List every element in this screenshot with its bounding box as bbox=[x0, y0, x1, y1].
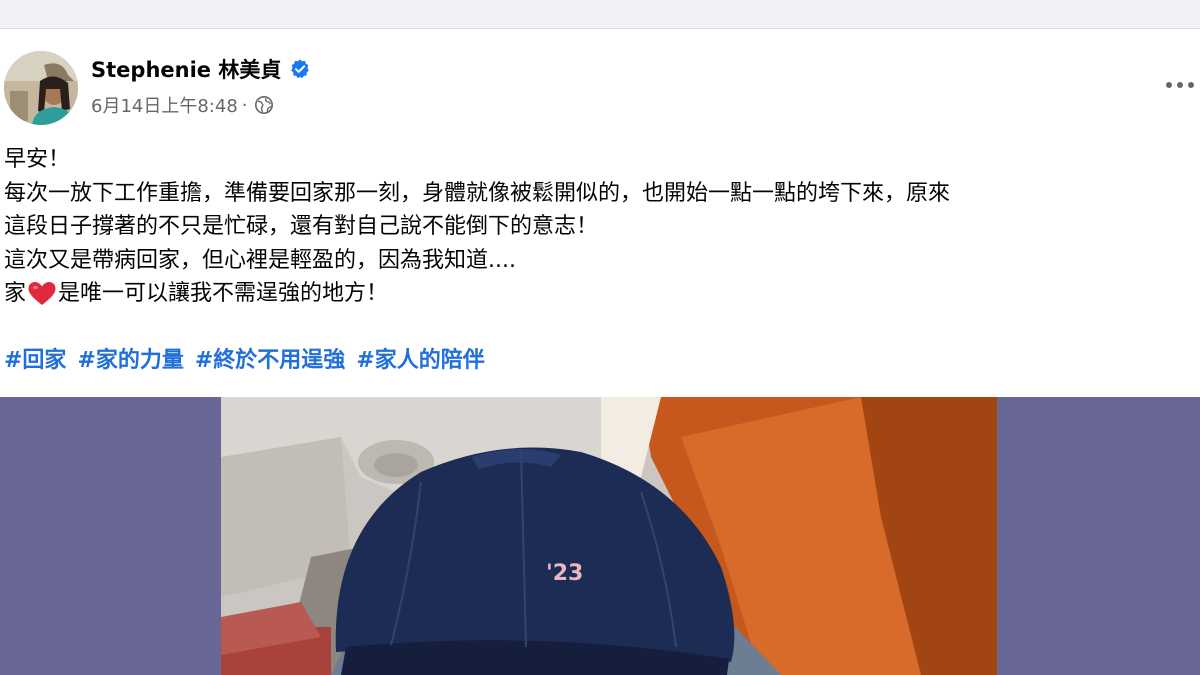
globe-icon[interactable] bbox=[254, 95, 274, 115]
post-photo[interactable]: '23 bbox=[221, 397, 997, 675]
avatar[interactable] bbox=[4, 51, 78, 125]
post-text-line: 這次又是帶病回家，但心裡是輕盈的，因為我知道.... bbox=[4, 247, 516, 273]
top-bar bbox=[0, 0, 1200, 29]
post-text-line: 早安！ bbox=[4, 147, 71, 172]
avatar-image bbox=[4, 51, 78, 125]
heart-emoji-icon bbox=[28, 281, 56, 305]
post-text-line: 每次一放下工作重擔，準備要回家那一刻，身體就像被鬆開似的，也開始一點一點的垮下來… bbox=[4, 180, 951, 206]
hashtag-link[interactable]: #回家 bbox=[4, 342, 66, 374]
post-text: 早安！ 每次一放下工作重擔，準備要回家那一刻，身體就像被鬆開似的，也開始一點一點… bbox=[4, 143, 1200, 311]
verified-badge-icon bbox=[291, 59, 310, 79]
meta-separator: · bbox=[241, 94, 248, 116]
author-name-row: Stephenie 林美貞 bbox=[91, 54, 311, 84]
hashtag-link[interactable]: #家人的陪伴 bbox=[356, 342, 484, 374]
post-meta: 6月14日上午8:48 · bbox=[91, 91, 274, 119]
hashtag-row: #回家 #家的力量 #終於不用逞強 #家人的陪伴 bbox=[4, 338, 496, 378]
more-options-button[interactable] bbox=[1160, 72, 1200, 98]
post-text-line: 家 是唯一可以讓我不需逞強的地方！ bbox=[4, 277, 1200, 311]
cap-text: '23 bbox=[546, 561, 583, 586]
author-name[interactable]: Stephenie 林美貞 bbox=[91, 54, 281, 84]
hashtag-link[interactable]: #家的力量 bbox=[77, 342, 183, 374]
photo-image: '23 bbox=[221, 397, 997, 675]
hashtag-link[interactable]: #終於不用逞強 bbox=[195, 342, 345, 374]
post-text-segment: 家 bbox=[4, 281, 27, 306]
more-options-icon bbox=[1166, 82, 1194, 88]
post-text-line: 這段日子撐著的不只是忙碌，還有對自己說不能倒下的意志！ bbox=[4, 214, 599, 239]
post-text-segment: 是唯一可以讓我不需逞強的地方！ bbox=[58, 281, 389, 306]
post-timestamp[interactable]: 6月14日上午8:48 bbox=[91, 92, 238, 118]
